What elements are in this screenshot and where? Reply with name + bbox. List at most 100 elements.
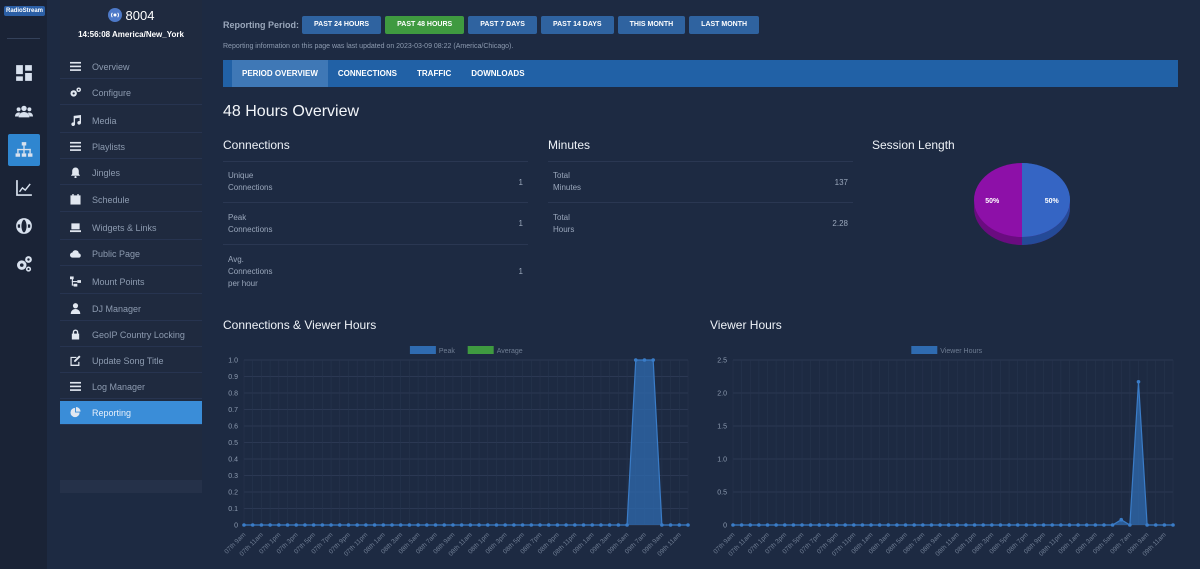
rail-stats-button[interactable]	[8, 172, 40, 204]
data-point[interactable]	[843, 523, 847, 527]
menu-item-log-manager[interactable]: Log Manager	[60, 375, 202, 399]
data-point[interactable]	[660, 523, 664, 527]
data-point[interactable]	[242, 523, 246, 527]
data-point[interactable]	[686, 523, 690, 527]
data-point[interactable]	[998, 523, 1003, 527]
data-point[interactable]	[303, 523, 307, 527]
menu-item-reporting[interactable]: Reporting	[60, 401, 202, 425]
data-point[interactable]	[1110, 523, 1115, 527]
period-button-this-month[interactable]: THIS MONTH	[617, 15, 686, 34]
data-point[interactable]	[955, 523, 960, 527]
data-point[interactable]	[869, 523, 873, 527]
data-point[interactable]	[895, 523, 899, 527]
legend-swatch[interactable]	[911, 346, 938, 354]
menu-item-dj-manager[interactable]: DJ Manager	[60, 297, 202, 321]
data-point[interactable]	[1128, 523, 1132, 527]
menu-item-widgets-links[interactable]: Widgets & Links	[60, 216, 202, 240]
data-point[interactable]	[1145, 523, 1149, 527]
data-point[interactable]	[512, 523, 516, 527]
data-point[interactable]	[860, 523, 865, 527]
data-point[interactable]	[748, 523, 753, 527]
data-point[interactable]	[990, 523, 994, 527]
menu-item-public-page[interactable]: Public Page	[60, 242, 202, 266]
data-point[interactable]	[1007, 523, 1011, 527]
data-point[interactable]	[364, 523, 368, 527]
data-point[interactable]	[381, 523, 386, 527]
period-button-last-month[interactable]: LAST MONTH	[689, 15, 760, 34]
data-point[interactable]	[355, 523, 359, 527]
data-point[interactable]	[800, 523, 804, 527]
data-point[interactable]	[834, 523, 839, 527]
data-point[interactable]	[468, 523, 473, 527]
data-point[interactable]	[520, 523, 525, 527]
data-point[interactable]	[912, 523, 916, 527]
data-point[interactable]	[782, 523, 787, 527]
period-button-past-7-days[interactable]: PAST 7 DAYS	[468, 15, 537, 34]
rail-dashboard-button[interactable]	[8, 57, 40, 89]
data-point[interactable]	[1162, 523, 1167, 527]
menu-item-jingles[interactable]: Jingles	[60, 161, 202, 185]
data-point[interactable]	[573, 523, 577, 527]
data-point[interactable]	[642, 358, 647, 362]
data-point[interactable]	[433, 523, 438, 527]
data-point[interactable]	[607, 523, 612, 527]
legend-swatch[interactable]	[467, 346, 494, 354]
data-point[interactable]	[625, 523, 629, 527]
data-point[interactable]	[929, 523, 934, 527]
period-button-past-24-hours[interactable]: PAST 24 HOURS	[302, 15, 382, 34]
data-point[interactable]	[972, 523, 977, 527]
menu-item-media[interactable]: Media	[60, 109, 202, 133]
data-point[interactable]	[581, 523, 586, 527]
legend-label[interactable]: Peak	[439, 348, 455, 355]
data-point[interactable]	[329, 523, 333, 527]
legend-swatch[interactable]	[409, 346, 436, 354]
rail-settings-button[interactable]	[8, 248, 40, 280]
data-point[interactable]	[1033, 523, 1037, 527]
data-point[interactable]	[538, 523, 542, 527]
data-point[interactable]	[494, 523, 499, 527]
data-point[interactable]	[564, 523, 568, 527]
data-point[interactable]	[485, 523, 490, 527]
data-point[interactable]	[1050, 523, 1055, 527]
menu-item-configure[interactable]: Configure	[60, 81, 202, 105]
data-point[interactable]	[739, 523, 744, 527]
data-point[interactable]	[416, 523, 420, 527]
tab-connections[interactable]: CONNECTIONS	[328, 60, 407, 87]
data-point[interactable]	[590, 523, 595, 527]
data-point[interactable]	[285, 523, 290, 527]
data-point[interactable]	[398, 523, 403, 527]
data-point[interactable]	[259, 523, 264, 527]
data-point[interactable]	[616, 523, 621, 527]
data-point[interactable]	[1024, 523, 1029, 527]
data-point[interactable]	[407, 523, 412, 527]
data-point[interactable]	[337, 523, 342, 527]
rail-globe-button[interactable]	[8, 210, 40, 242]
data-point[interactable]	[442, 523, 447, 527]
data-point[interactable]	[459, 523, 464, 527]
data-point[interactable]	[1093, 523, 1098, 527]
data-point[interactable]	[886, 523, 891, 527]
menu-item-overview[interactable]: Overview	[60, 55, 202, 79]
data-point[interactable]	[851, 523, 856, 527]
tab-period-overview[interactable]: PERIOD OVERVIEW	[232, 60, 328, 87]
data-point[interactable]	[757, 523, 761, 527]
tab-traffic[interactable]: TRAFFIC	[407, 60, 461, 87]
data-point[interactable]	[1136, 379, 1141, 384]
data-point[interactable]	[791, 523, 796, 527]
data-point[interactable]	[268, 523, 272, 527]
data-point[interactable]	[651, 358, 655, 362]
data-point[interactable]	[633, 358, 638, 362]
data-point[interactable]	[938, 523, 942, 527]
menu-item-schedule[interactable]: Schedule	[60, 188, 202, 212]
data-point[interactable]	[1059, 523, 1063, 527]
data-point[interactable]	[981, 523, 985, 527]
menu-item-update-song-title[interactable]: Update Song Title	[60, 349, 202, 373]
data-point[interactable]	[390, 523, 394, 527]
data-point[interactable]	[425, 523, 429, 527]
tab-downloads[interactable]: DOWNLOADS	[461, 60, 534, 87]
data-point[interactable]	[1015, 523, 1020, 527]
data-point[interactable]	[1084, 523, 1089, 527]
data-point[interactable]	[808, 523, 813, 527]
data-point[interactable]	[1102, 523, 1106, 527]
menu-item-mount-points[interactable]: Mount Points	[60, 270, 202, 294]
